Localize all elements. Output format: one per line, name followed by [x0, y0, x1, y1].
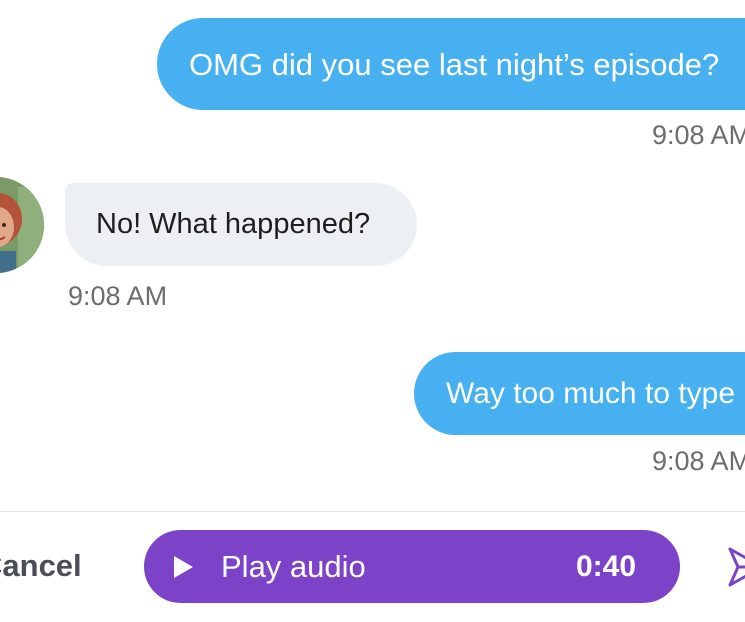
audio-duration: 0:40 — [575, 549, 636, 583]
chat-screen: OMG did you see last night’s episode? 9:… — [0, 0, 745, 622]
play-icon — [174, 555, 193, 578]
incoming-message-bubble[interactable]: No! What happened? — [65, 183, 417, 266]
message-text: Way too much to type — [446, 376, 736, 410]
cancel-button[interactable]: Cancel — [0, 550, 82, 581]
message-text: No! What happened? — [96, 208, 371, 240]
composer-divider — [0, 511, 745, 512]
message-timestamp: 9:08 AM — [652, 446, 745, 476]
play-audio-label: Play audio — [221, 549, 366, 584]
avatar[interactable] — [0, 177, 44, 273]
message-text: OMG did you see last night’s episode? — [189, 46, 720, 82]
send-icon[interactable] — [726, 545, 745, 589]
outgoing-message-bubble[interactable]: Way too much to type — [414, 352, 745, 435]
play-audio-button[interactable]: Play audio 0:40 — [144, 530, 680, 603]
outgoing-message-bubble[interactable]: OMG did you see last night’s episode? — [157, 18, 745, 110]
message-timestamp: 9:08 AM — [652, 120, 745, 150]
message-timestamp: 9:08 AM — [68, 281, 168, 311]
